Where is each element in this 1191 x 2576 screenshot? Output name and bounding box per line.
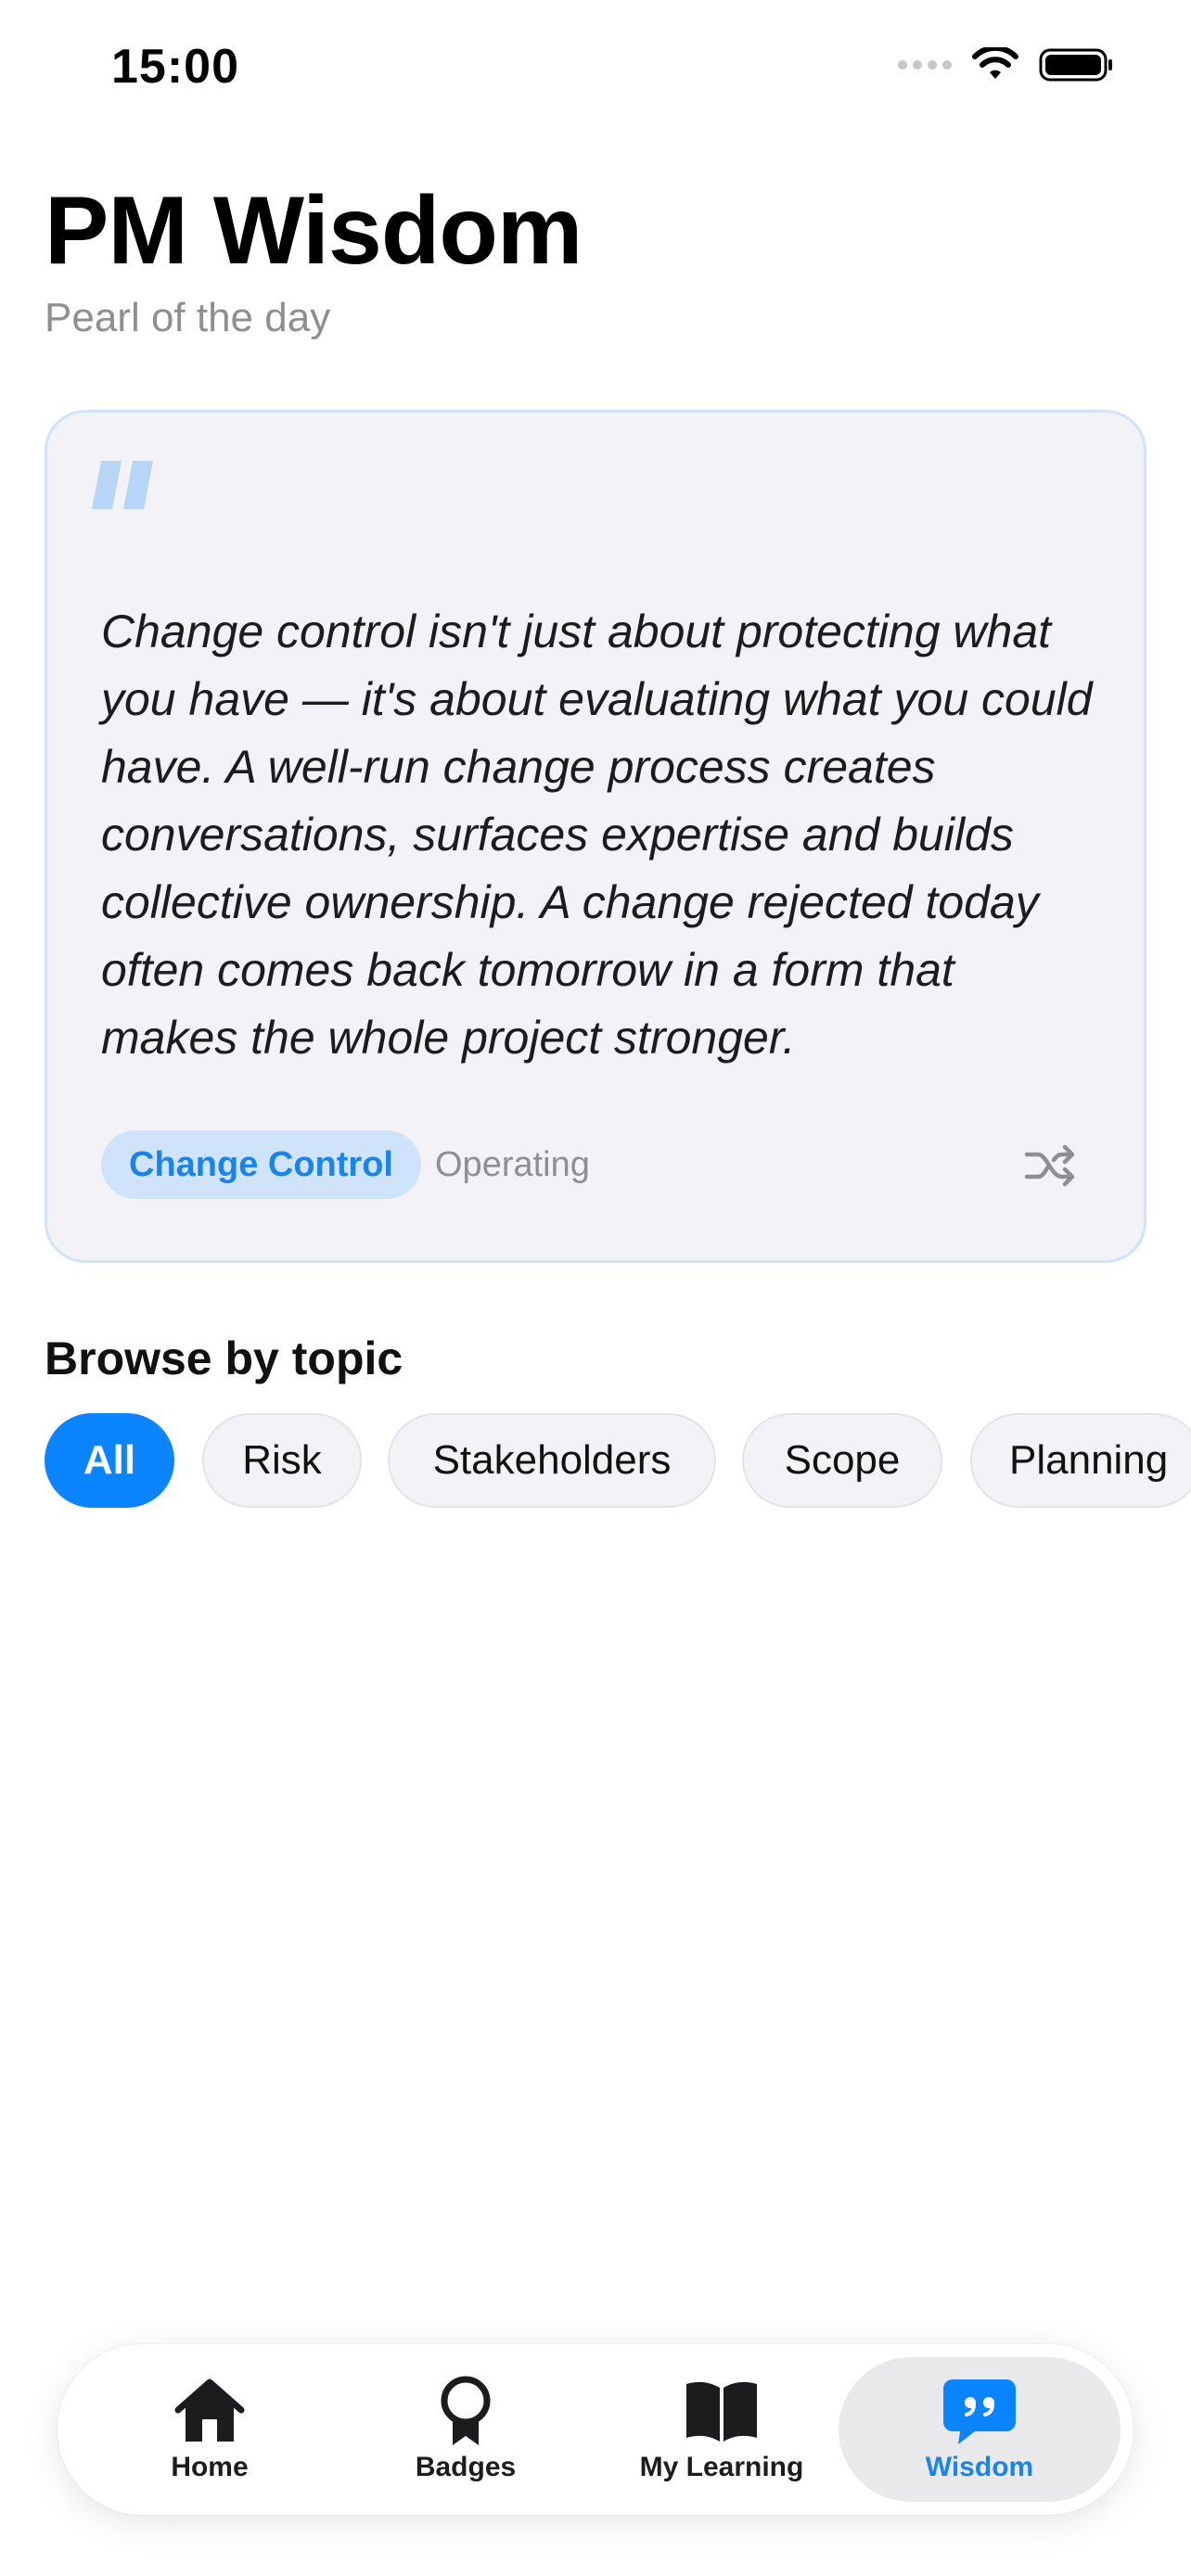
tab-home[interactable]: Home: [82, 2344, 338, 2515]
page-title: PM Wisdom: [45, 177, 583, 285]
tab-wisdom[interactable]: Wisdom: [852, 2344, 1108, 2515]
tab-bar: Home Badges My Learning Wisdom: [58, 2344, 1133, 2515]
quote-bubble-icon: [941, 2376, 1018, 2446]
topic-tag[interactable]: Change Control: [101, 1130, 421, 1199]
quote-text: Change control isn't just about protecti…: [101, 606, 1093, 1064]
browse-topic-title: Browse by topic: [45, 1333, 403, 1384]
tab-home-label: Home: [171, 2452, 249, 2482]
screen: 15:00 PM Wisdom Pearl of the day Change: [0, 0, 1191, 2576]
ribbon-badge-icon: [427, 2376, 505, 2446]
tab-wisdom-label: Wisdom: [925, 2452, 1034, 2482]
open-book-icon: [683, 2376, 761, 2446]
chip-stakeholders[interactable]: Stakeholders: [388, 1413, 716, 1508]
tab-badges[interactable]: Badges: [338, 2344, 594, 2515]
chip-scope[interactable]: Scope: [742, 1413, 942, 1508]
quote-card: Change control isn't just about protecti…: [45, 410, 1146, 1263]
wifi-icon: [972, 47, 1018, 79]
tab-my-learning-label: My Learning: [639, 2452, 804, 2482]
category-label: Operating: [435, 1145, 590, 1184]
status-bar: 15:00: [0, 0, 1191, 139]
tab-my-learning[interactable]: My Learning: [594, 2344, 850, 2515]
page-subtitle: Pearl of the day: [45, 295, 331, 340]
quote-mark-icon: [92, 461, 153, 509]
shuffle-icon: [1024, 1144, 1075, 1187]
chip-risk[interactable]: Risk: [202, 1413, 362, 1508]
status-icons: [898, 46, 1115, 83]
chip-planning[interactable]: Planning: [970, 1413, 1191, 1508]
status-time: 15:00: [111, 40, 239, 94]
quote-card-footer: Change Control Operating: [101, 1130, 1103, 1199]
battery-icon: [1039, 48, 1112, 82]
shuffle-button[interactable]: [1023, 1138, 1079, 1193]
cellular-signal-icon: [898, 60, 952, 70]
house-icon: [171, 2376, 249, 2446]
chip-all[interactable]: All: [45, 1413, 174, 1508]
tab-badges-label: Badges: [415, 2452, 517, 2482]
